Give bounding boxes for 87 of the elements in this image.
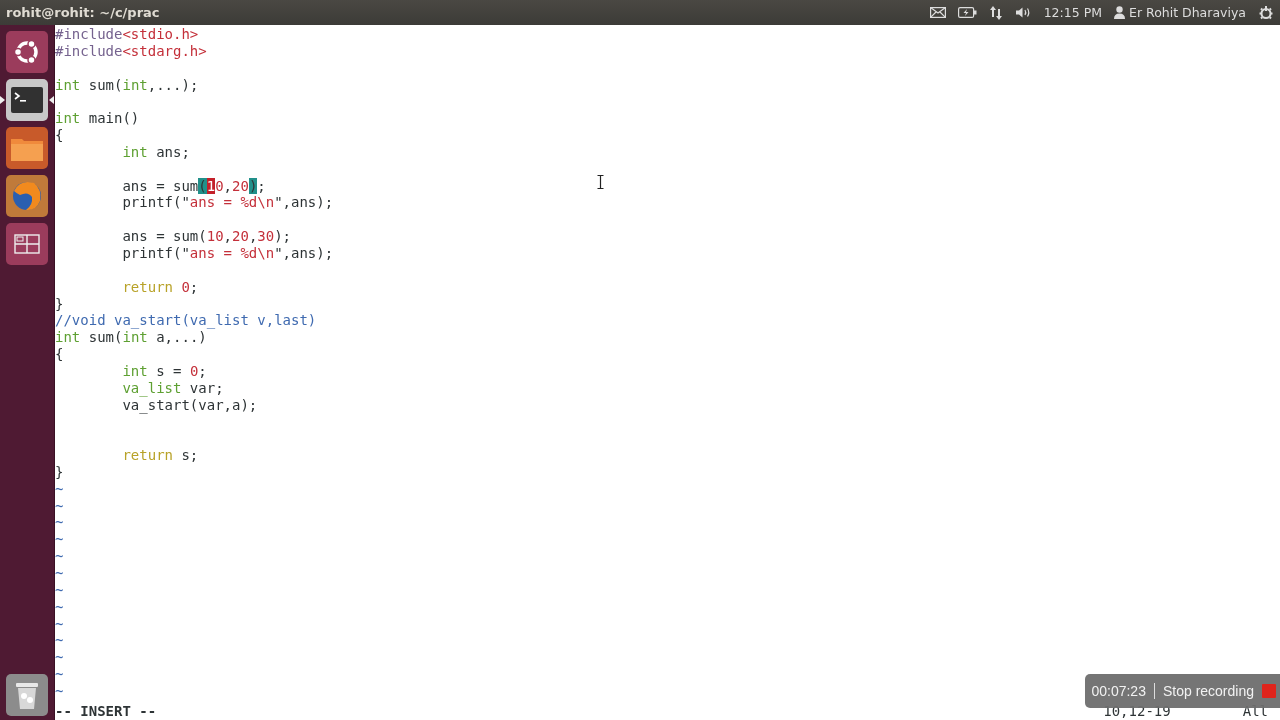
code-token: , [248,228,258,245]
empty-line-marker: ~ [55,666,64,683]
code-token: ans = %d\n [189,194,275,211]
empty-line-marker: ~ [55,497,64,514]
code-token: ans = sum( [122,228,207,245]
empty-line-marker: ~ [55,632,64,649]
code-token: } [55,463,64,480]
code-token: a,...) [155,329,207,346]
empty-line-marker: ~ [55,649,64,666]
empty-line-marker: ~ [55,514,64,531]
code-token: s; [180,447,199,464]
code-token: 20 [232,228,249,245]
code-token: ",ans); [274,194,334,211]
empty-line-marker: ~ [55,682,64,699]
code-token: 0 [180,278,190,295]
workspace-switcher-icon[interactable] [6,223,48,265]
code-token: va_list [122,379,182,396]
empty-line-marker: ~ [55,598,64,615]
code-token: #include [55,26,123,42]
battery-icon[interactable] [957,7,977,18]
code-token: int [122,76,148,93]
recording-time: 00:07:23 [1091,683,1155,699]
dash-logo-icon[interactable] [6,31,48,73]
code-token: int [55,329,81,346]
code-token: ; [198,362,207,379]
empty-line-marker: ~ [55,531,64,548]
scroll-position: All [1242,702,1268,720]
code-token: int [122,329,148,346]
code-token: int [122,362,148,379]
code-token: 20 [232,177,249,194]
code-token: ans; [155,143,190,160]
code-token: , [223,177,233,194]
code-token: ; [189,278,199,295]
code-token: sum( [87,329,123,346]
empty-line-marker: ~ [55,548,64,565]
bracket-match: ) [248,177,258,194]
code-token: int [55,76,81,93]
code-token: ans = sum [122,177,199,194]
code-token: printf(" [122,194,190,211]
code-token: , [223,228,232,245]
terminal-icon[interactable] [6,79,48,121]
empty-line-marker: ~ [55,615,64,632]
code-token: //void va_start(va_list v,last) [55,312,317,329]
code-token: <stdio.h> [122,26,199,42]
text-cursor-icon [597,175,604,189]
empty-line-marker: ~ [55,565,64,581]
stop-recording-button[interactable]: Stop recording [1162,683,1254,699]
code-token: #include [55,42,123,59]
code-token: <stdarg.h> [122,42,207,59]
mode-indicator: -- INSERT -- [55,702,157,720]
code-token: va_start(var,a); [122,396,258,413]
code-token: ans = %d\n [189,244,275,261]
code-token: main() [87,110,140,127]
code-token: return [122,447,173,464]
power-gear-icon[interactable] [1258,4,1274,21]
clock[interactable]: 12:15 PM [1043,5,1102,20]
code-token: ; [257,177,266,194]
cursor-position: 10,12-19 [1103,702,1171,720]
volume-icon[interactable] [1014,6,1032,19]
code-token: 10 [206,228,224,245]
code-token: int [122,143,148,160]
code-token: ,...); [147,76,199,93]
empty-line-marker: ~ [55,480,64,497]
code-token: sum( [87,76,123,93]
code-token: var; [188,379,224,396]
code-token: 0 [215,177,224,194]
code-token: 30 [257,228,275,245]
code-token: { [55,346,64,363]
mail-icon[interactable] [929,7,946,18]
code-token: 0 [189,362,199,379]
user-name[interactable]: Er Rohit Dharaviya [1129,5,1246,20]
code-token: ",ans); [274,244,334,261]
code-token: int [55,110,81,127]
code-token: return [122,278,173,295]
browser-globe-icon[interactable] [6,175,48,217]
text-cursor: 1 [206,177,216,194]
code-token: ); [274,228,292,245]
code-token: } [55,295,64,312]
window-title: rohit@rohit: ~/c/prac [6,5,160,20]
bracket-match: ( [198,177,207,194]
network-icon[interactable] [988,5,1003,20]
code-token: printf(" [122,244,190,261]
trash-icon[interactable] [6,674,48,716]
code-token: { [55,127,64,144]
empty-line-marker: ~ [55,581,64,598]
code-token: s = [155,362,183,379]
user-icon [1114,6,1125,19]
